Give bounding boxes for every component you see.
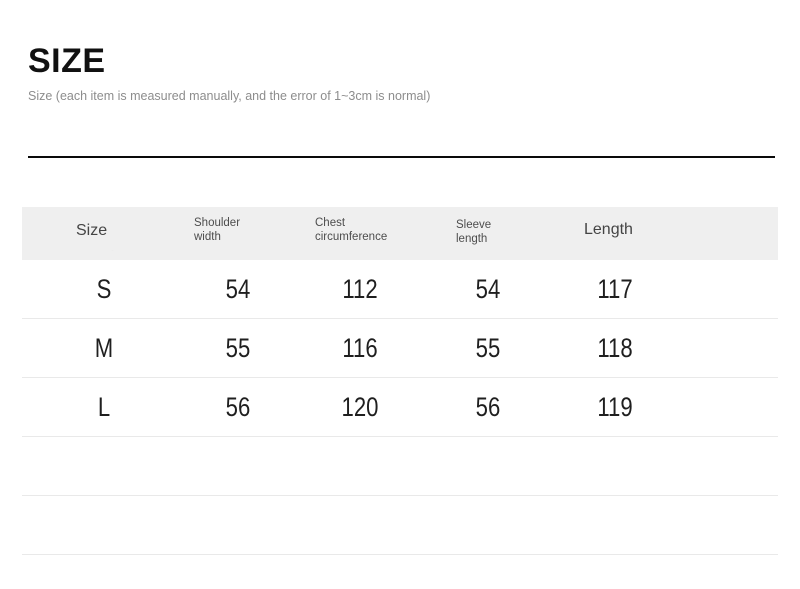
cell-chest-circumference: 120 (341, 391, 379, 422)
column-header-sleeve-length: Sleeve length (456, 219, 491, 246)
horizontal-rule (28, 156, 775, 158)
cell-length: 117 (597, 273, 633, 304)
column-header-shoulder-width: Shoulder width (194, 217, 240, 244)
cell-size: L (97, 391, 111, 422)
table-row-empty (22, 496, 778, 555)
column-header-sleeve-line2: length (456, 232, 488, 245)
cell-sleeve-length: 56 (475, 391, 501, 422)
column-header-shoulder-line1: Shoulder (194, 217, 241, 229)
cell-sleeve-length: 55 (475, 332, 501, 363)
size-chart-page: SIZE Size (each item is measured manuall… (0, 0, 800, 589)
column-header-chest-circumference: Chest circumference (315, 217, 387, 244)
cell-chest-circumference: 116 (342, 332, 378, 363)
table-row-empty (22, 437, 778, 496)
clipped-text-artifact-sleeve: . . . . (456, 247, 504, 251)
cell-size: S (96, 273, 112, 304)
column-header-sleeve-line1: Sleeve (456, 219, 492, 231)
clipped-text-artifact-size: . . . - (78, 247, 128, 251)
table-row: M 55 116 55 118 (22, 319, 778, 378)
cell-shoulder-width: 55 (225, 332, 251, 363)
cell-chest-circumference: 112 (342, 273, 378, 304)
cell-sleeve-length: 54 (475, 273, 501, 304)
page-title: SIZE (28, 42, 106, 80)
column-header-shoulder-line2: width (194, 230, 221, 243)
size-table: Size . . . - Shoulder width Chest circum… (22, 207, 778, 555)
column-header-chest-line2: circumference (315, 230, 388, 243)
cell-length: 118 (597, 332, 633, 363)
column-header-length: Length (584, 221, 633, 238)
table-row: L 56 120 56 119 (22, 378, 778, 437)
cell-size: M (94, 332, 114, 363)
page-subtitle: Size (each item is measured manually, an… (28, 89, 431, 103)
column-header-size: Size (76, 222, 108, 239)
cell-length: 119 (597, 391, 633, 422)
cell-shoulder-width: 56 (225, 391, 251, 422)
table-row: S 54 112 54 117 (22, 260, 778, 319)
column-header-chest-line1: Chest (315, 217, 346, 229)
cell-shoulder-width: 54 (225, 273, 251, 304)
table-header-row: Size . . . - Shoulder width Chest circum… (22, 207, 778, 260)
